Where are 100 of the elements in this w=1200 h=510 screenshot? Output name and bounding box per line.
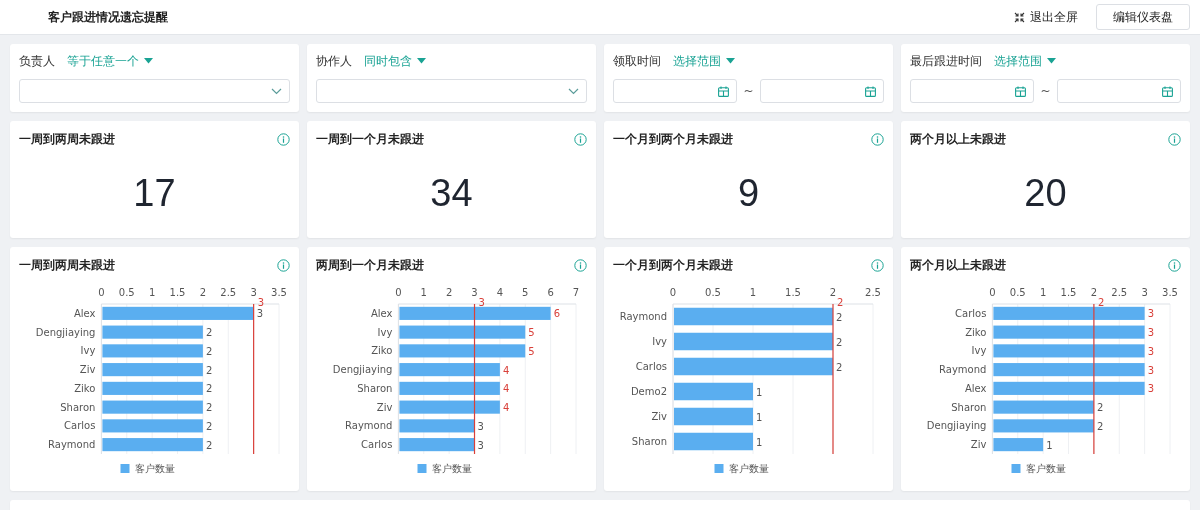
info-icon[interactable]: [871, 133, 884, 146]
value-label: 3: [1147, 383, 1154, 395]
axis-tick-label: 5: [522, 287, 529, 298]
axis-tick-label: 3: [250, 287, 257, 298]
exit-fullscreen-button[interactable]: 退出全屏: [1014, 8, 1078, 26]
operator-dropdown[interactable]: 选择范围: [994, 52, 1056, 70]
category-label: Ziv: [79, 364, 96, 376]
date-field[interactable]: [910, 79, 1035, 103]
value-label: 2: [205, 402, 213, 414]
filter-label: 领取时间: [613, 52, 661, 70]
value-label: 6: [553, 308, 560, 320]
axis-tick-label: 7: [572, 287, 580, 298]
value-label: 2: [205, 327, 213, 339]
category-label: Ivy: [377, 326, 393, 338]
category-label: Raymond: [345, 420, 393, 432]
value-label: 1: [756, 411, 763, 423]
category-label: Carlos: [955, 307, 987, 319]
page-title: 客户跟进情况遗忘提醒: [48, 8, 169, 26]
value-label: 3: [256, 308, 263, 320]
operator-dropdown[interactable]: 等于任意一个: [67, 52, 153, 70]
axis-tick-label: 0.5: [705, 287, 721, 298]
category-label: Carlos: [64, 420, 96, 432]
category-label: Carlos: [635, 361, 667, 372]
legend-label: 客户数量: [431, 463, 472, 474]
reference-label: 2: [837, 297, 844, 308]
axis-tick-label: 1: [1039, 287, 1047, 298]
kpi-title: 一周到两周未跟进: [19, 131, 115, 148]
value-label: 2: [1096, 402, 1104, 414]
axis-tick-label: 4: [496, 287, 504, 298]
edit-dashboard-button[interactable]: 编辑仪表盘: [1096, 4, 1190, 30]
range-separator: ~: [1040, 84, 1051, 98]
operator-dropdown[interactable]: 同时包含: [364, 52, 426, 70]
value-label: 2: [836, 361, 843, 373]
legend-swatch: [417, 464, 427, 473]
value-label: 2: [205, 364, 213, 376]
value-label: 3: [1147, 364, 1154, 376]
kpi-value: 20: [1023, 172, 1068, 215]
date-field[interactable]: [613, 79, 738, 103]
chart-title: 一周到两周未跟进: [19, 257, 115, 274]
reference-label: 3: [478, 297, 485, 308]
info-icon[interactable]: [574, 259, 587, 272]
value-label: 2: [205, 439, 213, 451]
value-label: 1: [756, 436, 763, 448]
category-label: Dengjiaying: [35, 326, 96, 338]
calendar-icon: [865, 85, 876, 97]
legend-label: 客户数量: [134, 463, 175, 474]
axis-tick-label: 2.5: [865, 287, 881, 298]
value-label: 5: [528, 345, 535, 357]
value-label: 2: [205, 345, 213, 357]
category-label: Sharon: [357, 382, 393, 394]
filter-label: 协作人: [316, 52, 352, 70]
category-label: Demo2: [630, 386, 667, 397]
category-label: Ivy: [652, 336, 667, 347]
axis-tick-label: 2: [199, 287, 207, 298]
date-field[interactable]: [1056, 79, 1181, 103]
chart-title: 两个月以上未跟进: [910, 257, 1006, 274]
filter-label: 最后跟进时间: [910, 52, 982, 70]
date-field[interactable]: [759, 79, 884, 103]
axis-tick-label: 1.5: [785, 287, 801, 298]
legend-label: 客户数量: [728, 463, 769, 474]
value-label: 3: [1147, 327, 1154, 339]
reference-label: 3: [257, 297, 264, 308]
select-field[interactable]: [316, 79, 587, 103]
kpi-title: 一周到一个月未跟进: [316, 131, 424, 148]
bar: [993, 438, 1044, 452]
axis-tick-label: 3.5: [1162, 287, 1178, 298]
category-label: Ziko: [371, 345, 393, 357]
chevron-down-icon: [271, 87, 282, 95]
kpi-value: 34: [429, 172, 474, 215]
legend-swatch: [1011, 464, 1021, 473]
value-label: 3: [477, 420, 484, 432]
info-icon[interactable]: [1168, 259, 1181, 272]
info-icon[interactable]: [277, 133, 290, 146]
axis-tick-label: 1: [749, 287, 757, 298]
value-label: 1: [1046, 439, 1053, 451]
axis-tick-label: 2.5: [220, 287, 237, 298]
category-label: Sharon: [951, 401, 987, 413]
select-field[interactable]: [19, 79, 290, 103]
caret-down-icon: [726, 58, 735, 64]
info-icon[interactable]: [574, 133, 587, 146]
category-label: Ziv: [376, 401, 393, 413]
category-label: Raymond: [619, 311, 667, 322]
legend-label: 客户数量: [1025, 463, 1066, 474]
value-label: 2: [836, 336, 843, 348]
axis-tick-label: 1.5: [169, 287, 186, 298]
filter-label: 负责人: [19, 52, 55, 70]
category-label: Ziv: [651, 411, 667, 422]
info-icon[interactable]: [1168, 133, 1181, 146]
axis-tick-label: 2: [829, 287, 837, 298]
axis-tick-label: 1.5: [1060, 287, 1077, 298]
legend-swatch: [714, 464, 724, 473]
axis-tick-label: 3: [1141, 287, 1148, 298]
value-label: 2: [205, 383, 213, 395]
category-label: Ziko: [74, 382, 96, 394]
operator-dropdown[interactable]: 选择范围: [673, 52, 735, 70]
value-label: 1: [756, 386, 763, 398]
kpi-title: 一个月到两个月未跟进: [613, 131, 733, 148]
info-icon[interactable]: [871, 259, 884, 272]
axis-tick-label: 3: [471, 287, 478, 298]
info-icon[interactable]: [277, 259, 290, 272]
